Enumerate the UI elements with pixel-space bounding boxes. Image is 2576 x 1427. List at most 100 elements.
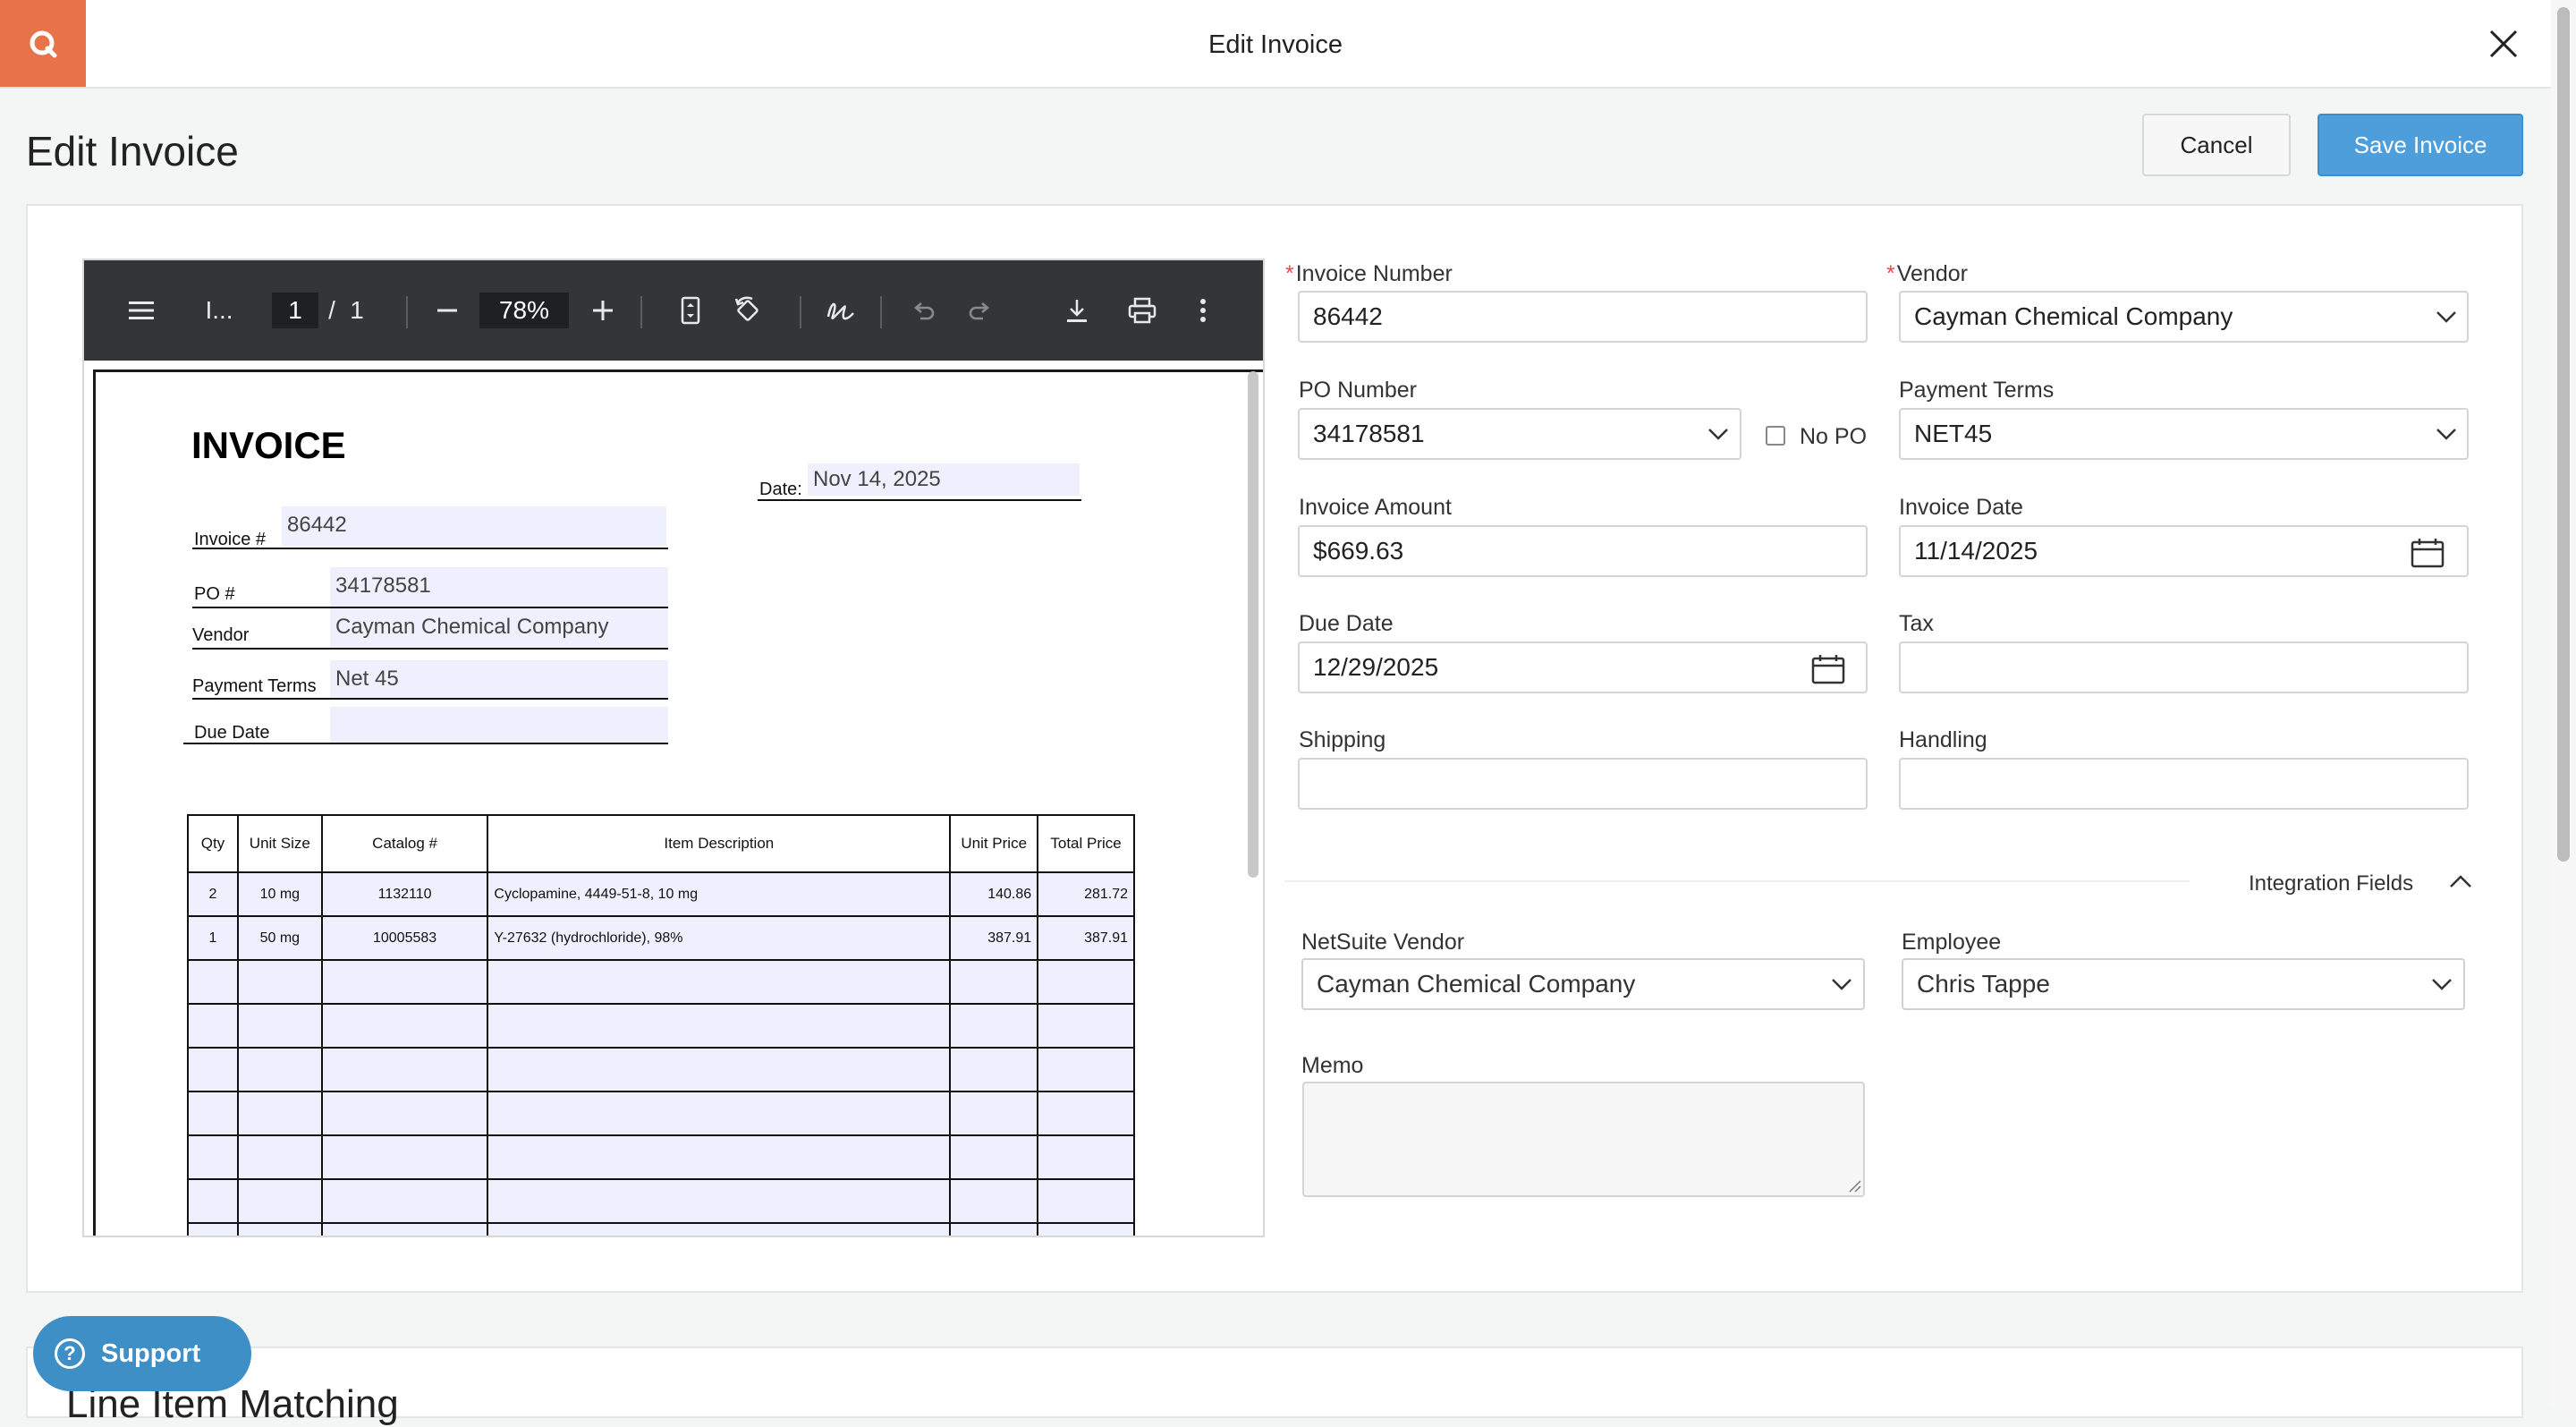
doc-cell-unit-price[interactable]: 140.86 [949,871,1039,917]
doc-empty-cell[interactable] [949,1134,1039,1180]
doc-empty-cell[interactable] [949,1178,1039,1224]
cancel-button[interactable]: Cancel [2142,114,2291,176]
doc-empty-cell[interactable] [187,1222,239,1236]
doc-empty-cell[interactable] [320,1047,489,1092]
doc-po-field[interactable]: 34178581 [330,567,668,607]
doc-cell-total-price[interactable]: 387.91 [1037,915,1135,961]
pdf-scrollbar[interactable] [1244,366,1262,1234]
doc-empty-cell[interactable] [187,959,239,1005]
doc-empty-cell[interactable] [236,1091,323,1136]
doc-empty-cell[interactable] [1037,1091,1135,1136]
doc-empty-cell[interactable] [187,1003,239,1049]
doc-empty-cell[interactable] [1037,1222,1135,1236]
doc-empty-cell[interactable] [1037,1178,1135,1224]
due-date-input[interactable]: 12/29/2025 [1298,641,1868,693]
calendar-icon[interactable] [1811,654,1845,684]
doc-empty-cell[interactable] [949,1222,1039,1236]
doc-empty-cell[interactable] [320,1091,489,1136]
doc-empty-cell[interactable] [320,1222,489,1236]
employee-select[interactable]: Chris Tappe [1902,958,2465,1010]
vendor-select[interactable]: Cayman Chemical Company [1899,291,2469,343]
menu-icon[interactable] [125,293,157,328]
doc-empty-cell[interactable] [487,1178,952,1224]
invoice-number-input[interactable]: 86442 [1298,291,1868,343]
doc-empty-cell[interactable] [236,959,323,1005]
zoom-level-input[interactable]: 78% [479,293,569,328]
doc-empty-cell[interactable] [487,1134,952,1180]
doc-empty-cell[interactable] [949,1003,1039,1049]
doc-empty-cell[interactable] [1037,1134,1135,1180]
doc-cell-description[interactable]: Y-27632 (hydrochloride), 98% [487,915,952,961]
tax-input[interactable] [1899,641,2469,693]
handling-input[interactable] [1899,758,2469,810]
po-number-select[interactable]: 34178581 [1298,408,1741,460]
doc-cell-unit-size[interactable]: 10 mg [236,871,323,917]
pdf-scrollbar-thumb[interactable] [1248,371,1258,878]
doc-empty-cell[interactable] [320,959,489,1005]
zoom-in-icon[interactable] [585,293,621,328]
doc-empty-cell[interactable] [487,1047,952,1092]
doc-vendor-field[interactable]: Cayman Chemical Company [330,608,668,648]
doc-empty-cell[interactable] [320,1003,489,1049]
doc-empty-cell[interactable] [949,1047,1039,1092]
payment-terms-select[interactable]: NET45 [1899,408,2469,460]
close-icon[interactable] [2483,23,2524,64]
support-button[interactable]: ? Support [33,1316,251,1391]
print-icon[interactable] [1123,293,1161,328]
doc-cell-total-price[interactable]: 281.72 [1037,871,1135,917]
doc-empty-cell[interactable] [187,1047,239,1092]
no-po-checkbox[interactable] [1766,426,1785,446]
page-number-input[interactable]: 1 [272,293,318,328]
more-options-icon[interactable] [1190,293,1216,328]
doc-empty-cell[interactable] [236,1178,323,1224]
calendar-icon[interactable] [2411,538,2445,568]
zoom-out-icon[interactable] [429,293,465,328]
doc-empty-cell[interactable] [236,1047,323,1092]
doc-empty-cell[interactable] [320,1178,489,1224]
doc-cell-catalog[interactable]: 1132110 [320,871,489,917]
doc-empty-cell[interactable] [487,1222,952,1236]
doc-empty-cell[interactable] [236,1003,323,1049]
doc-cell-qty[interactable]: 1 [187,915,239,961]
doc-due-field[interactable] [330,707,668,743]
doc-empty-cell[interactable] [1037,1003,1135,1049]
doc-empty-cell[interactable] [487,1091,952,1136]
doc-cell-description[interactable]: Cyclopamine, 4449-51-8, 10 mg [487,871,952,917]
doc-cell-catalog[interactable]: 10005583 [320,915,489,961]
doc-empty-cell[interactable] [487,959,952,1005]
doc-empty-cell[interactable] [320,1134,489,1180]
doc-terms-field[interactable]: Net 45 [330,660,668,700]
doc-cell-qty[interactable]: 2 [187,871,239,917]
doc-empty-cell[interactable] [187,1134,239,1180]
doc-empty-cell[interactable] [187,1178,239,1224]
page-scrollbar-thumb[interactable] [2557,7,2570,862]
doc-date-field[interactable]: Nov 14, 2025 [808,463,1080,496]
undo-icon[interactable] [907,293,939,328]
invoice-amount-input[interactable]: $669.63 [1298,525,1868,577]
doc-empty-cell[interactable] [236,1222,323,1236]
doc-cell-unit-size[interactable]: 50 mg [236,915,323,961]
memo-textarea[interactable] [1302,1082,1865,1197]
doc-empty-cell[interactable] [1037,959,1135,1005]
doc-invoice-field[interactable]: 86442 [282,506,666,546]
fit-page-icon[interactable] [674,293,707,328]
rotate-icon[interactable] [730,293,766,328]
chevron-up-icon[interactable] [2449,873,2472,891]
download-icon[interactable] [1059,293,1095,328]
doc-empty-cell[interactable] [949,1091,1039,1136]
draw-signature-icon[interactable] [823,293,859,328]
shipping-input[interactable] [1298,758,1868,810]
doc-empty-cell[interactable] [1037,1047,1135,1092]
resize-handle-icon[interactable] [1848,1179,1862,1193]
page-scrollbar[interactable] [2551,0,2576,1408]
integration-fields-toggle[interactable]: Integration Fields [2249,871,2413,896]
redo-icon[interactable] [964,293,996,328]
doc-empty-cell[interactable] [236,1134,323,1180]
netsuite-vendor-select[interactable]: Cayman Chemical Company [1301,958,1865,1010]
doc-empty-cell[interactable] [949,959,1039,1005]
save-invoice-button[interactable]: Save Invoice [2318,114,2523,176]
doc-empty-cell[interactable] [187,1091,239,1136]
invoice-date-input[interactable]: 11/14/2025 [1899,525,2469,577]
doc-cell-unit-price[interactable]: 387.91 [949,915,1039,961]
doc-empty-cell[interactable] [487,1003,952,1049]
